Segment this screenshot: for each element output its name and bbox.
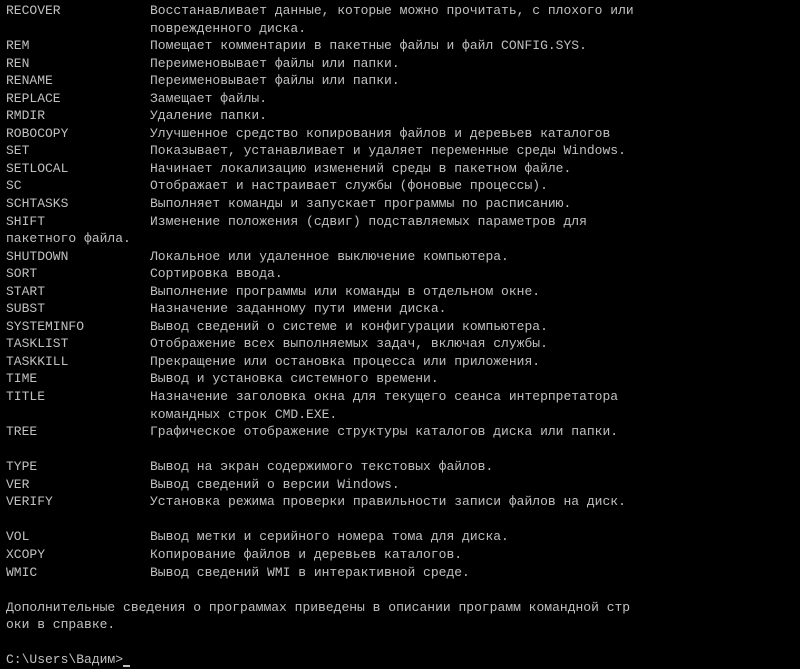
command-entry: RENПереименовывает файлы или папки. <box>6 55 794 73</box>
command-description: Вывод сведений о системе и конфигурации … <box>150 319 548 334</box>
command-entry: TITLEНазначение заголовка окна для текущ… <box>6 388 794 406</box>
command-entry: SORTСортировка ввода. <box>6 265 794 283</box>
command-name: SYSTEMINFO <box>6 318 150 336</box>
command-description: Локальное или удаленное выключение компь… <box>150 249 509 264</box>
command-description: Вывод сведений о версии Windows. <box>150 477 400 492</box>
command-name: SET <box>6 142 150 160</box>
command-description: Удаление папки. <box>150 108 267 123</box>
command-name: SHIFT <box>6 213 150 231</box>
command-entry: TREEГрафическое отображение структуры ка… <box>6 423 794 441</box>
prompt-line[interactable]: C:\Users\Вадим> <box>6 651 794 669</box>
command-name: SORT <box>6 265 150 283</box>
command-description: Вывод на экран содержимого текстовых фай… <box>150 459 493 474</box>
command-name: VOL <box>6 528 150 546</box>
command-entry: XCOPYКопирование файлов и деревьев катал… <box>6 546 794 564</box>
command-entry: VOLВывод метки и серийного номера тома д… <box>6 528 794 546</box>
command-name: RMDIR <box>6 107 150 125</box>
command-name: RENAME <box>6 72 150 90</box>
command-entry: TYPEВывод на экран содержимого текстовых… <box>6 458 794 476</box>
command-description: Сортировка ввода. <box>150 266 283 281</box>
command-entry: VERIFYУстановка режима проверки правильн… <box>6 493 794 511</box>
command-description: Начинает локализацию изменений среды в п… <box>150 161 571 176</box>
command-description: Назначение заданному пути имени диска. <box>150 301 446 316</box>
command-name: SUBST <box>6 300 150 318</box>
command-name: TITLE <box>6 388 150 406</box>
command-description-continuation: командных строк CMD.EXE. <box>6 406 794 424</box>
command-name: REPLACE <box>6 90 150 108</box>
command-entry: SETПоказывает, устанавливает и удаляет п… <box>6 142 794 160</box>
command-name: XCOPY <box>6 546 150 564</box>
command-description: Выполняет команды и запускает программы … <box>150 196 571 211</box>
command-entry: SCHTASKSВыполняет команды и запускает пр… <box>6 195 794 213</box>
command-entry: TASKKILLПрекращение или остановка процес… <box>6 353 794 371</box>
command-description: Улучшенное средство копирования файлов и… <box>150 126 610 141</box>
cursor <box>123 665 130 667</box>
command-name: TASKLIST <box>6 335 150 353</box>
command-entry: SHUTDOWNЛокальное или удаленное выключен… <box>6 248 794 266</box>
command-entry: ROBOCOPYУлучшенное средство копирования … <box>6 125 794 143</box>
command-description: Помещает комментарии в пакетные файлы и … <box>150 38 587 53</box>
command-entry: SETLOCALНачинает локализацию изменений с… <box>6 160 794 178</box>
command-name: TYPE <box>6 458 150 476</box>
terminal-output: RECOVERВосстанавливает данные, которые м… <box>6 2 794 669</box>
command-name: TIME <box>6 370 150 388</box>
command-name: ROBOCOPY <box>6 125 150 143</box>
command-description: Вывод метки и серийного номера тома для … <box>150 529 509 544</box>
command-name: SETLOCAL <box>6 160 150 178</box>
command-description: Прекращение или остановка процесса или п… <box>150 354 540 369</box>
command-name: SCHTASKS <box>6 195 150 213</box>
command-entry: REMПомещает комментарии в пакетные файлы… <box>6 37 794 55</box>
command-entry: VERВывод сведений о версии Windows. <box>6 476 794 494</box>
command-entry: STARTВыполнение программы или команды в … <box>6 283 794 301</box>
command-name: START <box>6 283 150 301</box>
command-name: VERIFY <box>6 493 150 511</box>
command-name: SC <box>6 177 150 195</box>
command-description-continuation: пакетного файла. <box>6 230 794 248</box>
command-description: Вывод сведений WMI в интерактивной среде… <box>150 565 470 580</box>
command-description: Замещает файлы. <box>150 91 267 106</box>
command-description: Отображение всех выполняемых задач, вклю… <box>150 336 548 351</box>
command-entry: SYSTEMINFOВывод сведений о системе и кон… <box>6 318 794 336</box>
command-description: Изменение положения (сдвиг) подставляемы… <box>150 214 587 229</box>
blank-line <box>6 441 794 459</box>
command-description: Установка режима проверки правильности з… <box>150 494 626 509</box>
command-name: REN <box>6 55 150 73</box>
command-name: REM <box>6 37 150 55</box>
command-description-continuation: поврежденного диска. <box>6 20 794 38</box>
command-entry: TIMEВывод и установка системного времени… <box>6 370 794 388</box>
command-name: VER <box>6 476 150 494</box>
command-entry: SCОтображает и настраивает службы (фонов… <box>6 177 794 195</box>
command-prompt: C:\Users\Вадим> <box>6 652 123 667</box>
command-description: Переименовывает файлы или папки. <box>150 73 400 88</box>
footer-text: оки в справке. <box>6 616 794 634</box>
command-name: SHUTDOWN <box>6 248 150 266</box>
blank-line <box>6 581 794 599</box>
blank-line <box>6 511 794 529</box>
command-name: RECOVER <box>6 2 150 20</box>
command-entry: WMICВывод сведений WMI в интерактивной с… <box>6 564 794 582</box>
command-entry: TASKLISTОтображение всех выполняемых зад… <box>6 335 794 353</box>
command-description: Выполнение программы или команды в отдел… <box>150 284 540 299</box>
command-description: Показывает, устанавливает и удаляет пере… <box>150 143 626 158</box>
command-description: Вывод и установка системного времени. <box>150 371 439 386</box>
command-description: Графическое отображение структуры катало… <box>150 424 618 439</box>
command-entry: SHIFTИзменение положения (сдвиг) подстав… <box>6 213 794 231</box>
command-name: TASKKILL <box>6 353 150 371</box>
footer-text: Дополнительные сведения о программах при… <box>6 599 794 617</box>
command-description: Восстанавливает данные, которые можно пр… <box>150 3 634 18</box>
command-entry: REPLACEЗамещает файлы. <box>6 90 794 108</box>
command-description: Копирование файлов и деревьев каталогов. <box>150 547 462 562</box>
command-description: Отображает и настраивает службы (фоновые… <box>150 178 548 193</box>
command-name: WMIC <box>6 564 150 582</box>
command-description: Переименовывает файлы или папки. <box>150 56 400 71</box>
command-entry: RECOVERВосстанавливает данные, которые м… <box>6 2 794 20</box>
command-entry: RMDIRУдаление папки. <box>6 107 794 125</box>
command-name: TREE <box>6 423 150 441</box>
command-entry: RENAMEПереименовывает файлы или папки. <box>6 72 794 90</box>
command-description: Назначение заголовка окна для текущего с… <box>150 389 618 404</box>
command-entry: SUBSTНазначение заданному пути имени дис… <box>6 300 794 318</box>
blank-line <box>6 634 794 652</box>
